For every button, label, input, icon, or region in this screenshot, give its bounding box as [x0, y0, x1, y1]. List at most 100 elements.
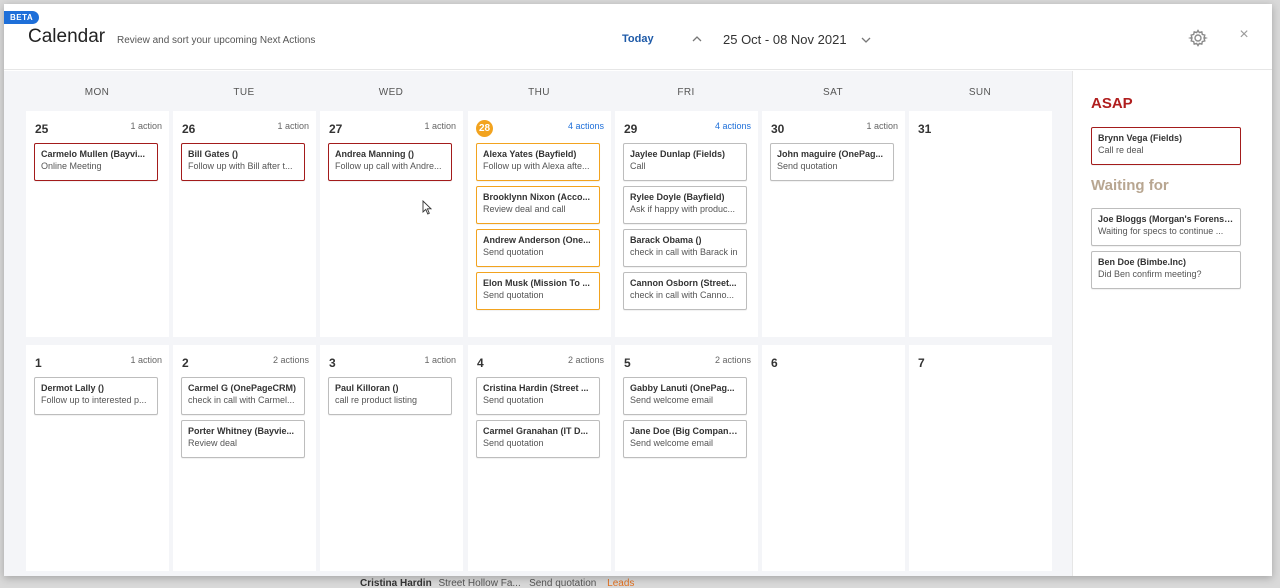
- action-contact: Jane Doe (Big Company...: [630, 426, 740, 436]
- day-number: 3: [329, 356, 336, 370]
- action-card[interactable]: Dermot Lally () Follow up to interested p…: [34, 377, 158, 415]
- chevron-down-icon[interactable]: [859, 34, 873, 48]
- action-contact: Cannon Osborn (Street...: [630, 278, 737, 288]
- action-card[interactable]: Jaylee Dunlap (Fields) Call: [623, 143, 747, 181]
- day-number: 5: [624, 356, 631, 370]
- action-card[interactable]: Porter Whitney (Bayvie... Review deal: [181, 420, 305, 458]
- action-card[interactable]: Gabby Lanuti (OnePag... Send welcome emai…: [623, 377, 747, 415]
- action-count: 1 action: [866, 121, 898, 131]
- day-number: 25: [35, 122, 49, 136]
- day-cell[interactable]: 30 1 action John maguire (OnePag... Send qu…: [762, 111, 905, 337]
- action-text: Send welcome email: [630, 395, 714, 405]
- day-cell[interactable]: 25 1 action Carmelo Mullen (Bayvi... Online…: [26, 111, 169, 337]
- action-text: Ask if happy with produc...: [630, 204, 736, 214]
- action-card[interactable]: John maguire (OnePag... Send quotation: [770, 143, 894, 181]
- action-card[interactable]: Paul Killoran () call re product listing: [328, 377, 452, 415]
- action-contact: Brooklynn Nixon (Acco...: [483, 192, 591, 202]
- action-count: 1 action: [277, 121, 309, 131]
- action-count: 2 actions: [567, 355, 604, 365]
- today-button[interactable]: Today: [622, 33, 654, 45]
- action-text: check in call with Barack in: [630, 247, 738, 257]
- action-card[interactable]: Bill Gates () Follow up with Bill after t…: [181, 143, 305, 181]
- action-count: 1 action: [130, 121, 162, 131]
- asap-card[interactable]: Brynn Vega (Fields) Call re deal: [1091, 127, 1241, 165]
- asap-heading: ASAP: [1091, 95, 1133, 112]
- chevron-up-icon[interactable]: [690, 33, 704, 47]
- background-company: Street Hollow Fa...: [438, 578, 521, 588]
- action-card[interactable]: Jane Doe (Big Company... Send welcome ema…: [623, 420, 747, 458]
- day-number: 1: [35, 356, 42, 370]
- action-contact: Carmel Granahan (IT D...: [483, 426, 589, 436]
- action-card[interactable]: Carmel Granahan (IT D... Send quotation: [476, 420, 600, 458]
- background-action: Send quotation: [529, 578, 597, 588]
- weekday-fri: FRI: [677, 87, 695, 98]
- action-contact: Brynn Vega (Fields): [1098, 133, 1183, 143]
- day-number: 26: [182, 122, 196, 136]
- action-text: Send quotation: [483, 247, 544, 257]
- action-contact: Paul Killoran (): [335, 383, 399, 393]
- action-count: 4 actions: [714, 121, 751, 131]
- day-cell[interactable]: 1 1 action Dermot Lally () Follow up to int…: [26, 345, 169, 571]
- waiting-for-heading: Waiting for: [1091, 177, 1169, 194]
- waiting-card[interactable]: Joe Bloggs (Morgan's Forensi... Waiting f…: [1091, 208, 1241, 246]
- calendar-modal: BETA Calendar Review and sort your upcom…: [4, 4, 1272, 576]
- day-cell[interactable]: 29 4 actions Jaylee Dunlap (Fields) Call Ryl…: [615, 111, 758, 337]
- action-card[interactable]: Rylee Doyle (Bayfield) Ask if happy with …: [623, 186, 747, 224]
- background-list-peek: Cristina Hardin Street Hollow Fa... Send…: [360, 578, 1060, 588]
- action-contact: Carmel G (OnePageCRM): [188, 383, 297, 393]
- action-text: Review deal: [188, 438, 238, 448]
- day-cell[interactable]: 6: [762, 345, 905, 571]
- action-text: Call: [630, 161, 646, 171]
- action-count: 1 action: [130, 355, 162, 365]
- day-cell[interactable]: 7: [909, 345, 1052, 571]
- day-cell[interactable]: 5 2 actions Gabby Lanuti (OnePag... Send we…: [615, 345, 758, 571]
- day-number: 2: [182, 356, 189, 370]
- day-cell[interactable]: 28 4 actions Alexa Yates (Bayfield) Follow …: [468, 111, 611, 337]
- action-count: 2 actions: [272, 355, 309, 365]
- action-card[interactable]: Cannon Osborn (Street... check in call wi…: [623, 272, 747, 310]
- action-contact: Gabby Lanuti (OnePag...: [630, 383, 735, 393]
- weekday-tue: TUE: [233, 87, 255, 98]
- action-card[interactable]: Andrew Anderson (One... Send quotation: [476, 229, 600, 267]
- action-text: Send quotation: [777, 161, 838, 171]
- action-card[interactable]: Alexa Yates (Bayfield) Follow up with Ale…: [476, 143, 600, 181]
- action-contact: Andrea Manning (): [335, 149, 414, 159]
- action-text: Send quotation: [483, 290, 544, 300]
- action-contact: Elon Musk (Mission To ...: [483, 278, 590, 288]
- close-icon[interactable]: ×: [1236, 26, 1252, 44]
- waiting-card[interactable]: Ben Doe (Bimbe.Inc) Did Ben confirm meeti…: [1091, 251, 1241, 289]
- gear-icon[interactable]: [1187, 28, 1209, 48]
- day-cell[interactable]: 4 2 actions Cristina Hardin (Street ... Sen…: [468, 345, 611, 571]
- action-card[interactable]: Carmelo Mullen (Bayvi... Online Meeting: [34, 143, 158, 181]
- action-text: Online Meeting: [41, 161, 102, 171]
- day-cell[interactable]: 2 2 actions Carmel G (OnePageCRM) check in …: [173, 345, 316, 571]
- action-contact: John maguire (OnePag...: [777, 149, 884, 159]
- day-cell[interactable]: 27 1 action Andrea Manning () Follow up cal…: [320, 111, 463, 337]
- action-count: 1 action: [424, 121, 456, 131]
- mouse-cursor-icon: [422, 200, 432, 215]
- weekday-sat: SAT: [823, 87, 843, 98]
- day-number: 30: [771, 122, 785, 136]
- action-card[interactable]: Elon Musk (Mission To ... Send quotation: [476, 272, 600, 310]
- page-title: Calendar: [28, 26, 106, 47]
- day-cell[interactable]: 26 1 action Bill Gates () Follow up with Bi…: [173, 111, 316, 337]
- day-cell[interactable]: 31: [909, 111, 1052, 337]
- action-text: Did Ben confirm meeting?: [1098, 269, 1202, 279]
- background-lead-tag: Leads: [607, 578, 635, 588]
- action-text: Follow up with Alexa afte...: [483, 161, 590, 171]
- action-count: 4 actions: [567, 121, 604, 131]
- day-number: 31: [918, 122, 932, 136]
- beta-badge: BETA: [4, 11, 40, 24]
- action-card[interactable]: Andrea Manning () Follow up call with And…: [328, 143, 452, 181]
- day-cell[interactable]: 3 1 action Paul Killoran () call re product…: [320, 345, 463, 571]
- action-card[interactable]: Carmel G (OnePageCRM) check in call with …: [181, 377, 305, 415]
- action-text: Follow up to interested p...: [41, 395, 147, 405]
- action-card[interactable]: Cristina Hardin (Street ... Send quotatio…: [476, 377, 600, 415]
- action-text: check in call with Carmel...: [188, 395, 295, 405]
- action-text: Send quotation: [483, 438, 544, 448]
- action-contact: Andrew Anderson (One...: [483, 235, 591, 245]
- calendar-header: BETA Calendar Review and sort your upcom…: [4, 4, 1272, 70]
- action-card[interactable]: Barack Obama () check in call with Barack…: [623, 229, 747, 267]
- action-card[interactable]: Brooklynn Nixon (Acco... Review deal and …: [476, 186, 600, 224]
- weekday-mon: MON: [84, 87, 110, 98]
